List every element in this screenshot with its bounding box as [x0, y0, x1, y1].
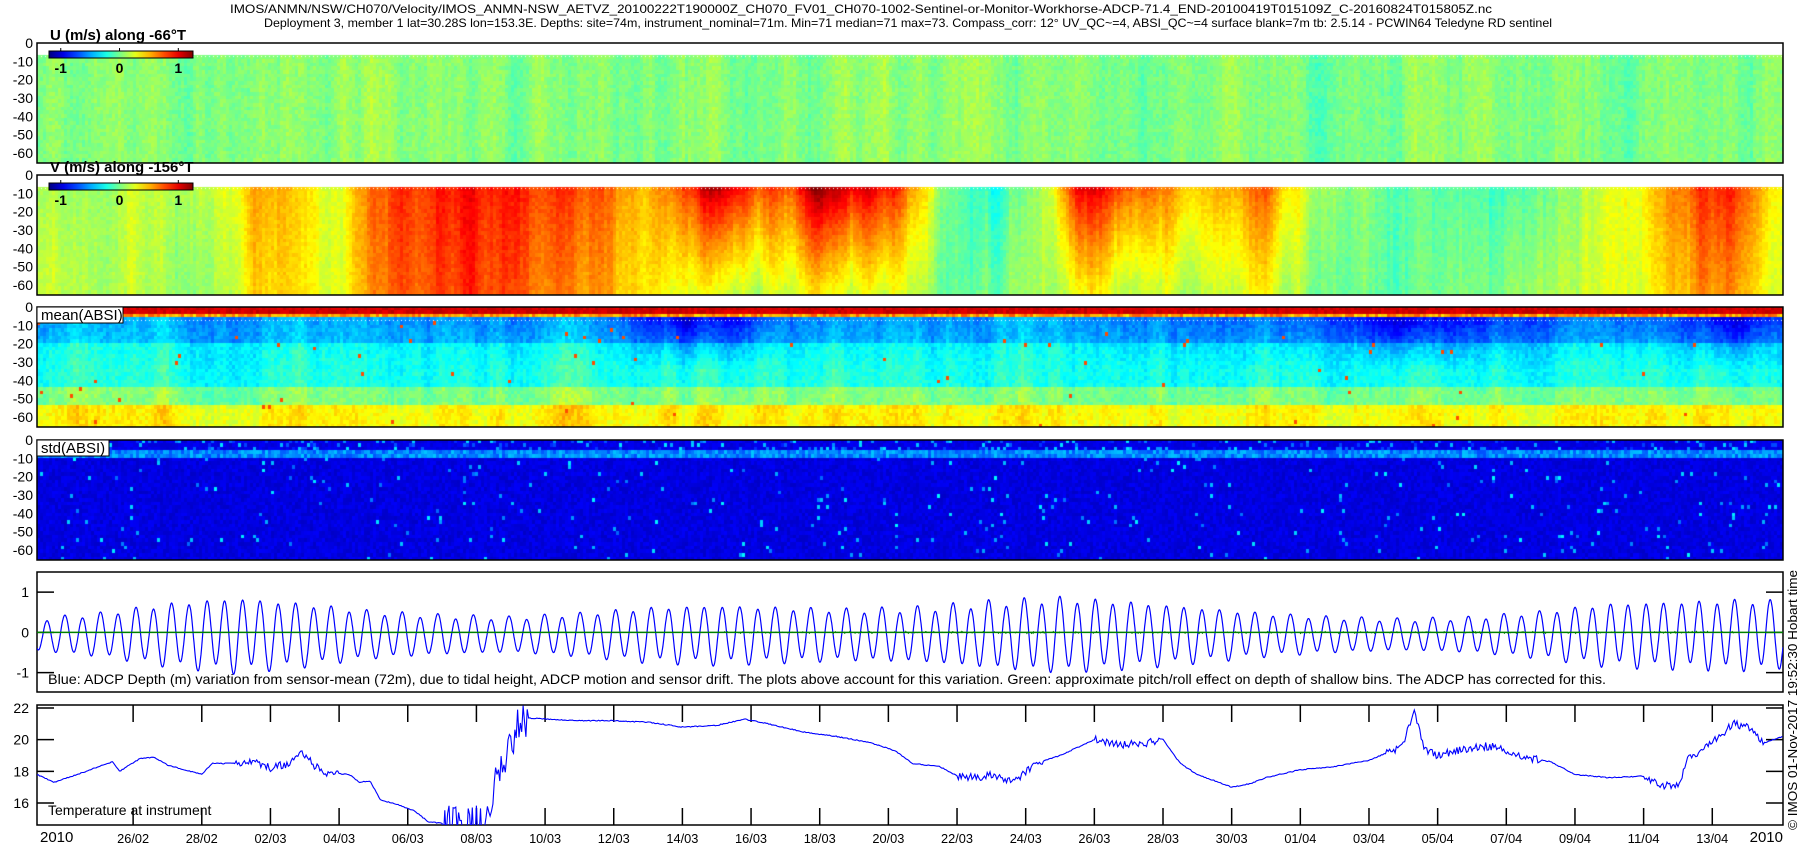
y-tick-label: -10	[13, 317, 33, 333]
x-tick-label: 13/04	[1696, 831, 1728, 846]
x-tick-label: 05/04	[1422, 831, 1454, 846]
colorbar-tick-label: 0	[116, 60, 124, 76]
panel-title: V (m/s) along -156°T	[50, 159, 194, 176]
x-tick-label: 26/02	[117, 831, 149, 846]
x-tick-label: 20/03	[872, 831, 904, 846]
figure-title-line2: Deployment 3, member 1 lat=30.28S lon=15…	[264, 16, 1552, 30]
y-tick-label: -1	[17, 665, 30, 681]
y-tick-label: 18	[13, 763, 29, 779]
x-tick-label: 08/03	[460, 831, 492, 846]
colorbar-tick-label: -1	[55, 60, 68, 76]
y-tick-label: -20	[13, 204, 33, 220]
y-tick-label: -50	[13, 391, 33, 407]
y-tick-label: -50	[13, 259, 33, 275]
y-tick-label: -60	[13, 409, 33, 425]
x-tick-label: 11/04	[1628, 831, 1660, 846]
y-tick-label: -20	[13, 72, 33, 88]
y-tick-label: 22	[13, 700, 29, 716]
x-tick-label: 26/03	[1078, 831, 1110, 846]
x-tick-label: 01/04	[1284, 831, 1316, 846]
panel-title: U (m/s) along -66°T	[50, 27, 186, 44]
x-tick-label: 18/03	[804, 831, 836, 846]
y-tick-label: 16	[13, 795, 29, 811]
y-tick-label: -30	[13, 222, 33, 238]
y-tick-label: -60	[13, 542, 33, 558]
panel-title: std(ABSI)	[41, 440, 105, 457]
colorbar	[48, 182, 194, 191]
panel-frame	[36, 704, 1784, 826]
x-year-label-left: 2010	[40, 829, 73, 846]
panel-frame	[36, 439, 1784, 561]
colorbar-tick-label: 0	[116, 192, 124, 208]
panel-frame	[36, 306, 1784, 428]
y-tick-label: -40	[13, 372, 33, 388]
pitch-roll-line	[37, 630, 1783, 635]
x-tick-label: 02/03	[254, 831, 286, 846]
x-tick-label: 16/03	[735, 831, 767, 846]
y-tick-label: -30	[13, 487, 33, 503]
y-tick-label: -10	[13, 185, 33, 201]
y-tick-label: 0	[21, 624, 29, 640]
colorbar-tick-label: -1	[55, 192, 68, 208]
y-tick-label: -20	[13, 336, 33, 352]
x-tick-label: 10/03	[529, 831, 561, 846]
figure: IMOS/ANMN/NSW/CH070/Velocity/IMOS_ANMN-N…	[13, 2, 1800, 846]
timestamp-stamp: © IMOS 01-Nov-2017 19:52:30 Hobart time	[1785, 570, 1800, 830]
y-tick-label: -30	[13, 354, 33, 370]
x-tick-label: 09/04	[1559, 831, 1591, 846]
y-tick-label: 0	[25, 35, 33, 51]
panel-frame	[36, 42, 1784, 164]
x-tick-label: 28/03	[1147, 831, 1179, 846]
y-tick-label: 0	[25, 432, 33, 448]
panel-title: mean(ABSI)	[41, 307, 123, 324]
x-tick-label: 06/03	[392, 831, 424, 846]
x-tick-label: 03/04	[1353, 831, 1385, 846]
x-tick-label: 14/03	[666, 831, 698, 846]
y-tick-label: -60	[13, 277, 33, 293]
y-tick-label: -10	[13, 53, 33, 69]
x-tick-label: 22/03	[941, 831, 973, 846]
colorbar-tick-label: 1	[174, 192, 182, 208]
y-tick-label: -60	[13, 145, 33, 161]
y-tick-label: -40	[13, 505, 33, 521]
x-year-label-right: 2010	[1750, 829, 1783, 846]
x-tick-label: 12/03	[598, 831, 630, 846]
figure-title-line1: IMOS/ANMN/NSW/CH070/Velocity/IMOS_ANMN-N…	[230, 2, 1492, 16]
panel-frame	[36, 174, 1784, 296]
y-tick-label: 20	[13, 732, 29, 748]
y-tick-label: -30	[13, 90, 33, 106]
y-tick-label: 0	[25, 299, 33, 315]
depth-panel-caption: Blue: ADCP Depth (m) variation from sens…	[48, 671, 1606, 687]
colorbar	[48, 50, 194, 59]
y-tick-label: -40	[13, 240, 33, 256]
y-tick-label: 0	[25, 167, 33, 183]
x-tick-label: 30/03	[1216, 831, 1248, 846]
colorbar-tick-label: 1	[174, 60, 182, 76]
y-tick-label: -50	[13, 524, 33, 540]
y-tick-label: -40	[13, 108, 33, 124]
y-tick-label: 1	[21, 584, 29, 600]
x-tick-label: 04/03	[323, 831, 355, 846]
y-tick-label: -20	[13, 469, 33, 485]
y-tick-label: -50	[13, 127, 33, 143]
x-tick-label: 28/02	[186, 831, 218, 846]
x-tick-label: 07/04	[1490, 831, 1522, 846]
x-tick-label: 24/03	[1010, 831, 1042, 846]
temperature-label: Temperature at instrument	[48, 802, 212, 818]
y-tick-label: -10	[13, 450, 33, 466]
